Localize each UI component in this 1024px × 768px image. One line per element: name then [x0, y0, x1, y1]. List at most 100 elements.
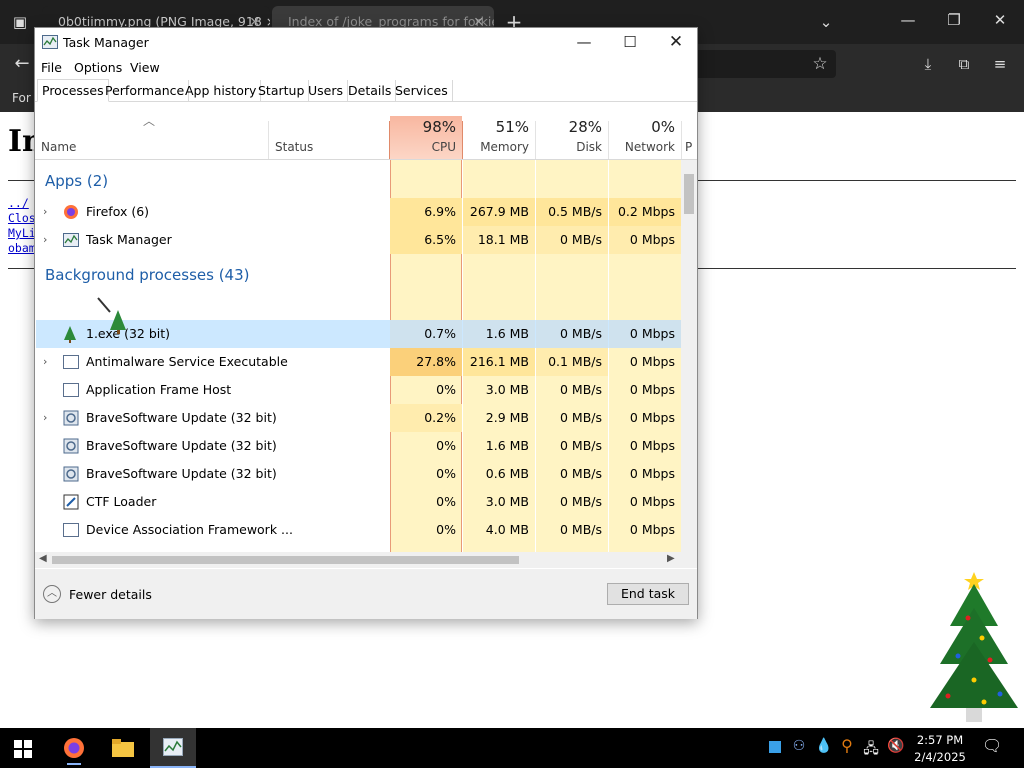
tab-startup[interactable]: Startup: [254, 80, 310, 102]
running-indicator: [67, 763, 81, 765]
scrollbar-thumb[interactable]: [684, 174, 694, 214]
tab-services[interactable]: Services: [391, 80, 453, 102]
process-list: Apps (2) › Firefox (6) 6.9% 267.9 MB 0.5…: [35, 160, 697, 552]
table-row[interactable]: Application Frame Host 0% 3.0 MB 0 MB/s …: [36, 376, 681, 404]
tab-app-history[interactable]: App history: [181, 80, 262, 102]
expand-chevron-icon[interactable]: ›: [43, 226, 47, 254]
tab-overview-icon[interactable]: ▣: [8, 10, 32, 34]
bookmark-item[interactable]: For: [12, 91, 31, 105]
close-browser-icon[interactable]: ✕: [988, 8, 1012, 32]
network-value: 0 Mbps: [609, 320, 681, 348]
memory-value: 216.1 MB: [463, 348, 535, 376]
column-memory[interactable]: Memory: [463, 140, 529, 154]
memory-value: 267.9 MB: [463, 198, 535, 226]
tab-users[interactable]: Users: [304, 80, 349, 102]
tray-drop-icon[interactable]: 💧: [815, 738, 832, 754]
expand-chevron-icon[interactable]: ›: [43, 348, 47, 376]
tray-network-icon[interactable]: 🖧: [862, 738, 880, 762]
clock-time[interactable]: 2:57 PM: [912, 733, 968, 747]
network-value: 0 Mbps: [629, 354, 675, 369]
horizontal-scrollbar[interactable]: ◀ ▶: [35, 552, 697, 568]
bookmark-star-icon[interactable]: ☆: [808, 52, 832, 76]
file-explorer-icon[interactable]: [112, 739, 134, 757]
table-row[interactable]: › Firefox (6) 6.9% 267.9 MB 0.5 MB/s 0.2…: [36, 198, 681, 226]
chevron-up-icon[interactable]: ︿: [43, 585, 61, 603]
memory-value: 3.0 MB: [485, 494, 529, 509]
table-row[interactable]: CTF Loader 0% 3.0 MB 0 MB/s 0 Mbps: [36, 488, 681, 516]
menu-file[interactable]: File: [41, 60, 62, 75]
table-row[interactable]: BraveSoftware Update (32 bit) 0% 0.6 MB …: [36, 460, 681, 488]
table-row[interactable]: › Task Manager 6.5% 18.1 MB 0 MB/s 0 Mbp…: [36, 226, 681, 254]
tray-volume-muted-icon[interactable]: 🔇: [886, 738, 906, 754]
table-row[interactable]: ⚲ Everything 0% 52.1 MB 0 MB/s 0 Mbps: [36, 544, 681, 552]
memory-total: 51%: [495, 118, 529, 136]
process-name: BraveSoftware Update (32 bit): [86, 438, 277, 453]
minimize-browser-icon[interactable]: —: [896, 8, 920, 32]
maximize-button[interactable]: ☐: [607, 28, 653, 56]
sort-arrow-icon[interactable]: ︿: [143, 112, 155, 129]
column-status[interactable]: Status: [275, 140, 313, 154]
network-value: 0 Mbps: [629, 466, 675, 481]
file-link[interactable]: obam: [8, 241, 36, 255]
list-all-tabs-icon[interactable]: ⌄: [814, 10, 838, 34]
network-total: 0%: [651, 118, 675, 136]
expand-chevron-icon[interactable]: ›: [43, 404, 47, 432]
file-link[interactable]: Clos: [8, 211, 36, 225]
file-link[interactable]: MyLi: [8, 226, 36, 240]
ctf-icon: [63, 494, 79, 510]
table-row[interactable]: › BraveSoftware Update (32 bit) 0.2% 2.9…: [36, 404, 681, 432]
column-separator: [681, 121, 682, 159]
network-value: 0 Mbps: [609, 226, 681, 254]
cpu-value: 0.7%: [390, 320, 462, 348]
tab-processes[interactable]: Processes: [37, 79, 109, 102]
process-name: BraveSoftware Update (32 bit): [86, 410, 277, 425]
menu-view[interactable]: View: [130, 60, 160, 75]
column-network[interactable]: Network: [609, 140, 675, 154]
table-row-selected[interactable]: 1.exe (32 bit) 0.7% 1.6 MB 0 MB/s 0 Mbps: [36, 320, 681, 348]
clock-date[interactable]: 2/4/2025: [912, 750, 968, 764]
table-row[interactable]: Device Association Framework ... 0% 4.0 …: [36, 516, 681, 544]
expand-chevron-icon[interactable]: ›: [43, 198, 47, 226]
menu-options[interactable]: Options: [74, 60, 122, 75]
extensions-icon[interactable]: ⧉: [952, 52, 976, 76]
close-button[interactable]: ✕: [653, 28, 699, 56]
back-arrow-icon[interactable]: ←: [10, 52, 34, 76]
task-manager-icon: [163, 738, 183, 756]
notification-icon[interactable]: 🗨: [982, 736, 1002, 755]
process-name: Firefox (6): [86, 204, 150, 219]
tab-details[interactable]: Details: [344, 80, 397, 102]
column-name[interactable]: Name: [41, 140, 76, 154]
minimize-button[interactable]: —: [561, 28, 607, 56]
network-value: 0 Mbps: [629, 438, 675, 453]
process-name: Application Frame Host: [86, 382, 232, 397]
tray-search-icon[interactable]: ⚲: [838, 736, 856, 755]
process-name: Task Manager: [86, 232, 172, 247]
tab-performance[interactable]: Performance: [101, 80, 190, 102]
task-manager-taskbar-button[interactable]: [150, 728, 196, 768]
table-row[interactable]: › Antimalware Service Executable 27.8% 2…: [36, 348, 681, 376]
end-task-button[interactable]: End task: [607, 583, 689, 605]
tray-app-icon[interactable]: [769, 741, 781, 753]
windows-start-icon[interactable]: [14, 740, 32, 758]
column-separator: [268, 121, 269, 159]
process-name: Antimalware Service Executable: [86, 354, 288, 369]
vertical-scrollbar[interactable]: [681, 160, 697, 552]
fewer-details-link[interactable]: Fewer details: [69, 587, 152, 602]
scroll-left-icon[interactable]: ◀: [39, 553, 47, 564]
column-disk[interactable]: Disk: [536, 140, 602, 154]
tray-network-user-icon[interactable]: ⚇: [790, 738, 808, 754]
restore-browser-icon[interactable]: ❐: [942, 8, 966, 32]
column-cpu[interactable]: CPU: [390, 140, 456, 154]
cpu-value: 0%: [390, 544, 462, 552]
firefox-taskbar-icon[interactable]: [63, 737, 85, 759]
cpu-value: 0%: [436, 522, 456, 537]
scrollbar-thumb[interactable]: [52, 556, 519, 564]
scroll-right-icon[interactable]: ▶: [667, 553, 675, 564]
updater-icon: [63, 438, 79, 454]
menu-icon[interactable]: ≡: [988, 52, 1012, 76]
cpu-value: 0%: [436, 382, 456, 397]
column-power[interactable]: P: [685, 140, 695, 154]
file-link[interactable]: ../: [8, 196, 29, 210]
download-icon[interactable]: ⤓: [916, 52, 940, 76]
table-row[interactable]: BraveSoftware Update (32 bit) 0% 1.6 MB …: [36, 432, 681, 460]
